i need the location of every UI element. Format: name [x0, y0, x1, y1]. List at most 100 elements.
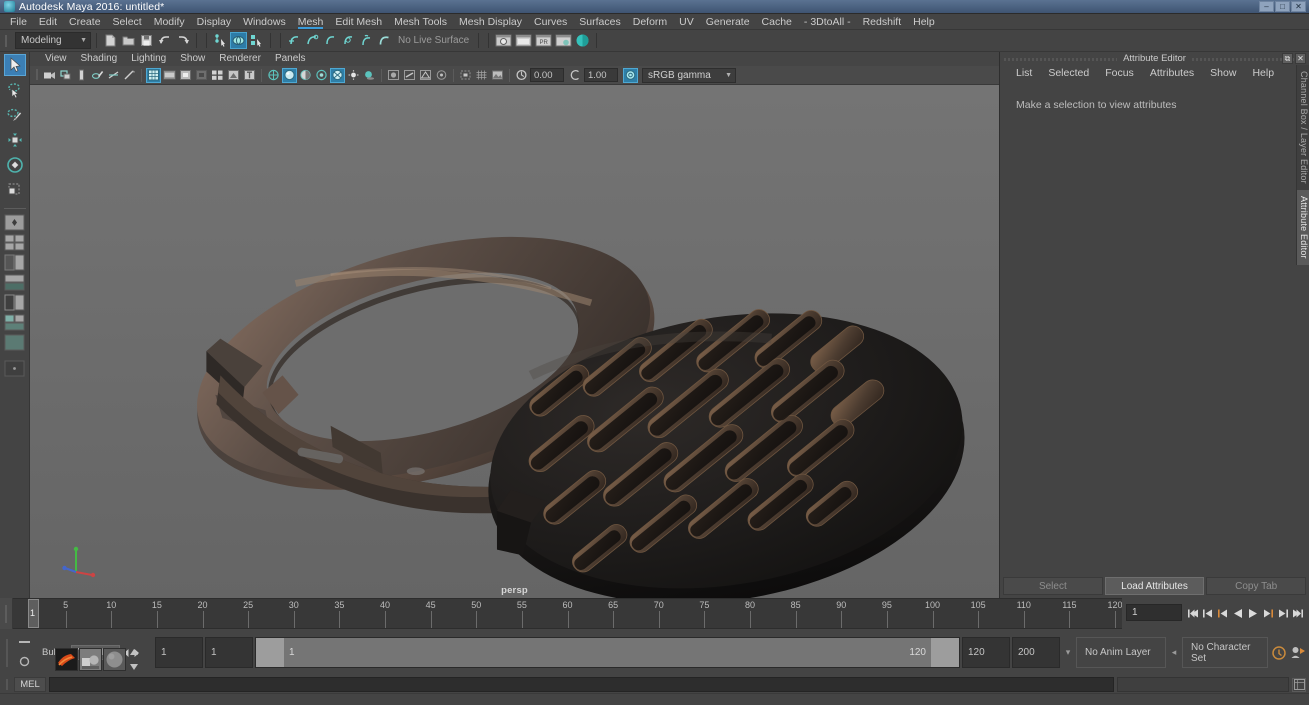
range-start-time-field[interactable]: 1	[205, 637, 253, 668]
range-slider[interactable]: 1 120	[255, 637, 960, 668]
step-forward-key-icon[interactable]	[1261, 605, 1275, 622]
menu-curves[interactable]: Curves	[528, 14, 573, 30]
motion-blur-icon[interactable]	[402, 68, 417, 83]
play-forwards-icon[interactable]	[1246, 605, 1260, 622]
ae-menu-focus[interactable]: Focus	[1097, 65, 1142, 81]
camera-attributes-icon[interactable]	[74, 68, 89, 83]
two-sided-lighting-icon[interactable]	[122, 68, 137, 83]
panel-menu-lighting[interactable]: Lighting	[124, 52, 173, 66]
menu-select[interactable]: Select	[107, 14, 148, 30]
panel-menu-shading[interactable]: Shading	[74, 52, 125, 66]
open-scene-icon[interactable]	[120, 32, 137, 49]
animation-preferences-icon[interactable]	[1289, 644, 1306, 661]
menu-uv[interactable]: UV	[673, 14, 700, 30]
snap-to-curve-icon[interactable]	[304, 32, 321, 49]
panel-menu-panels[interactable]: Panels	[268, 52, 313, 66]
menu-surfaces[interactable]: Surfaces	[573, 14, 626, 30]
ae-menu-list[interactable]: List	[1008, 65, 1040, 81]
ae-menu-show[interactable]: Show	[1202, 65, 1244, 81]
command-input[interactable]	[49, 677, 1114, 692]
xray-active-icon[interactable]	[242, 68, 257, 83]
character-set-expand-icon[interactable]: ◂	[1168, 647, 1180, 658]
play-backwards-icon[interactable]	[1231, 605, 1245, 622]
select-by-component-icon[interactable]	[248, 32, 265, 49]
render-view-icon[interactable]	[574, 32, 591, 49]
outliner-persp-layout[interactable]	[4, 274, 26, 291]
menu-3dtoall[interactable]: - 3DtoAll -	[798, 14, 857, 30]
go-to-start-icon[interactable]	[1186, 605, 1200, 622]
gamma-value[interactable]: 1.00	[584, 68, 618, 82]
character-set-combo[interactable]: No Character Set	[1182, 637, 1268, 668]
menu-redshift[interactable]: Redshift	[857, 14, 908, 30]
xray-icon[interactable]	[210, 68, 225, 83]
bookmark-icon[interactable]	[90, 68, 105, 83]
menu-file[interactable]: File	[4, 14, 33, 30]
screen-space-ao-icon[interactable]	[386, 68, 401, 83]
redo-icon[interactable]	[174, 32, 191, 49]
go-to-end-icon[interactable]	[1291, 605, 1305, 622]
multisample-aa-icon[interactable]	[418, 68, 433, 83]
menu-edit-mesh[interactable]: Edit Mesh	[329, 14, 388, 30]
menu-mesh-tools[interactable]: Mesh Tools	[388, 14, 453, 30]
viewport-3d-scene[interactable]: persp	[30, 85, 999, 598]
turtle-sphere-icon[interactable]	[103, 648, 126, 671]
snap-to-view-plane-icon[interactable]	[358, 32, 375, 49]
step-back-frame-icon[interactable]	[1201, 605, 1215, 622]
script-language-button[interactable]: MEL	[14, 677, 46, 692]
rotate-tool[interactable]	[4, 154, 26, 176]
playback-end-time-field[interactable]: 120	[962, 637, 1010, 668]
lasso-select-tool[interactable]	[4, 79, 26, 101]
grid-icon[interactable]	[146, 67, 161, 83]
load-attributes-button[interactable]: Load Attributes	[1104, 577, 1205, 595]
use-default-lighting-icon[interactable]	[346, 68, 361, 83]
time-slider-grip[interactable]	[0, 598, 13, 629]
step-back-key-icon[interactable]	[1216, 605, 1230, 622]
hypershade-persp-layout[interactable]	[4, 334, 26, 351]
tab-attribute-editor[interactable]: Attribute Editor	[1296, 189, 1309, 265]
persp-graph-layout[interactable]	[4, 314, 26, 331]
image-plane-icon[interactable]	[106, 68, 121, 83]
render-settings-icon[interactable]: PR	[534, 32, 553, 49]
undo-icon[interactable]	[156, 32, 173, 49]
single-perspective-layout[interactable]	[4, 214, 26, 231]
copy-tab-button[interactable]: Copy Tab	[1206, 577, 1307, 595]
close-panel-button[interactable]: ✕	[1295, 53, 1306, 64]
menu-display[interactable]: Display	[191, 14, 237, 30]
turtle-bake-icon[interactable]	[79, 648, 102, 671]
menu-set-selector[interactable]: Modeling ▼	[15, 32, 91, 49]
snap-to-grid-icon[interactable]	[286, 32, 303, 49]
anim-layer-combo[interactable]: No Anim Layer	[1076, 637, 1166, 668]
help-script-icon[interactable]	[1292, 677, 1306, 692]
shelf-options-icon[interactable]	[18, 655, 31, 668]
select-tool[interactable]	[3, 54, 26, 76]
snap-to-point-icon[interactable]	[322, 32, 339, 49]
close-button[interactable]: ✕	[1291, 1, 1306, 12]
menu-generate[interactable]: Generate	[700, 14, 756, 30]
menu-mesh-display[interactable]: Mesh Display	[453, 14, 528, 30]
menu-cache[interactable]: Cache	[756, 14, 798, 30]
film-gate-icon[interactable]	[162, 68, 177, 83]
xray-joints-icon[interactable]	[226, 68, 241, 83]
anim-start-time-field[interactable]: 1	[155, 637, 203, 668]
move-tool[interactable]	[4, 129, 26, 151]
auto-keyframe-icon[interactable]	[1270, 644, 1287, 661]
undock-panel-button[interactable]: ⧉	[1282, 53, 1293, 64]
menu-modify[interactable]: Modify	[148, 14, 191, 30]
range-end-handle[interactable]	[931, 638, 959, 667]
image-based-lighting-icon[interactable]	[490, 68, 505, 83]
smooth-shade-flat-icon[interactable]	[298, 68, 313, 83]
anim-end-time-field[interactable]: 200	[1012, 637, 1060, 668]
anim-layer-expand-icon[interactable]: ▾	[1062, 647, 1074, 658]
exposure-value[interactable]: 0.00	[530, 68, 564, 82]
ipr-render-icon[interactable]	[514, 32, 533, 49]
new-scene-icon[interactable]	[102, 32, 119, 49]
isolate-select-icon[interactable]	[458, 68, 473, 83]
current-frame-field[interactable]: 1	[1126, 604, 1182, 621]
panel-menu-show[interactable]: Show	[173, 52, 212, 66]
make-live-icon[interactable]	[376, 32, 393, 49]
two-pane-side-layout[interactable]	[4, 254, 26, 271]
select-by-hierarchy-icon[interactable]	[212, 32, 229, 49]
panel-menu-view[interactable]: View	[38, 52, 74, 66]
range-start-handle[interactable]	[256, 638, 284, 667]
minimize-button[interactable]: –	[1259, 1, 1274, 12]
